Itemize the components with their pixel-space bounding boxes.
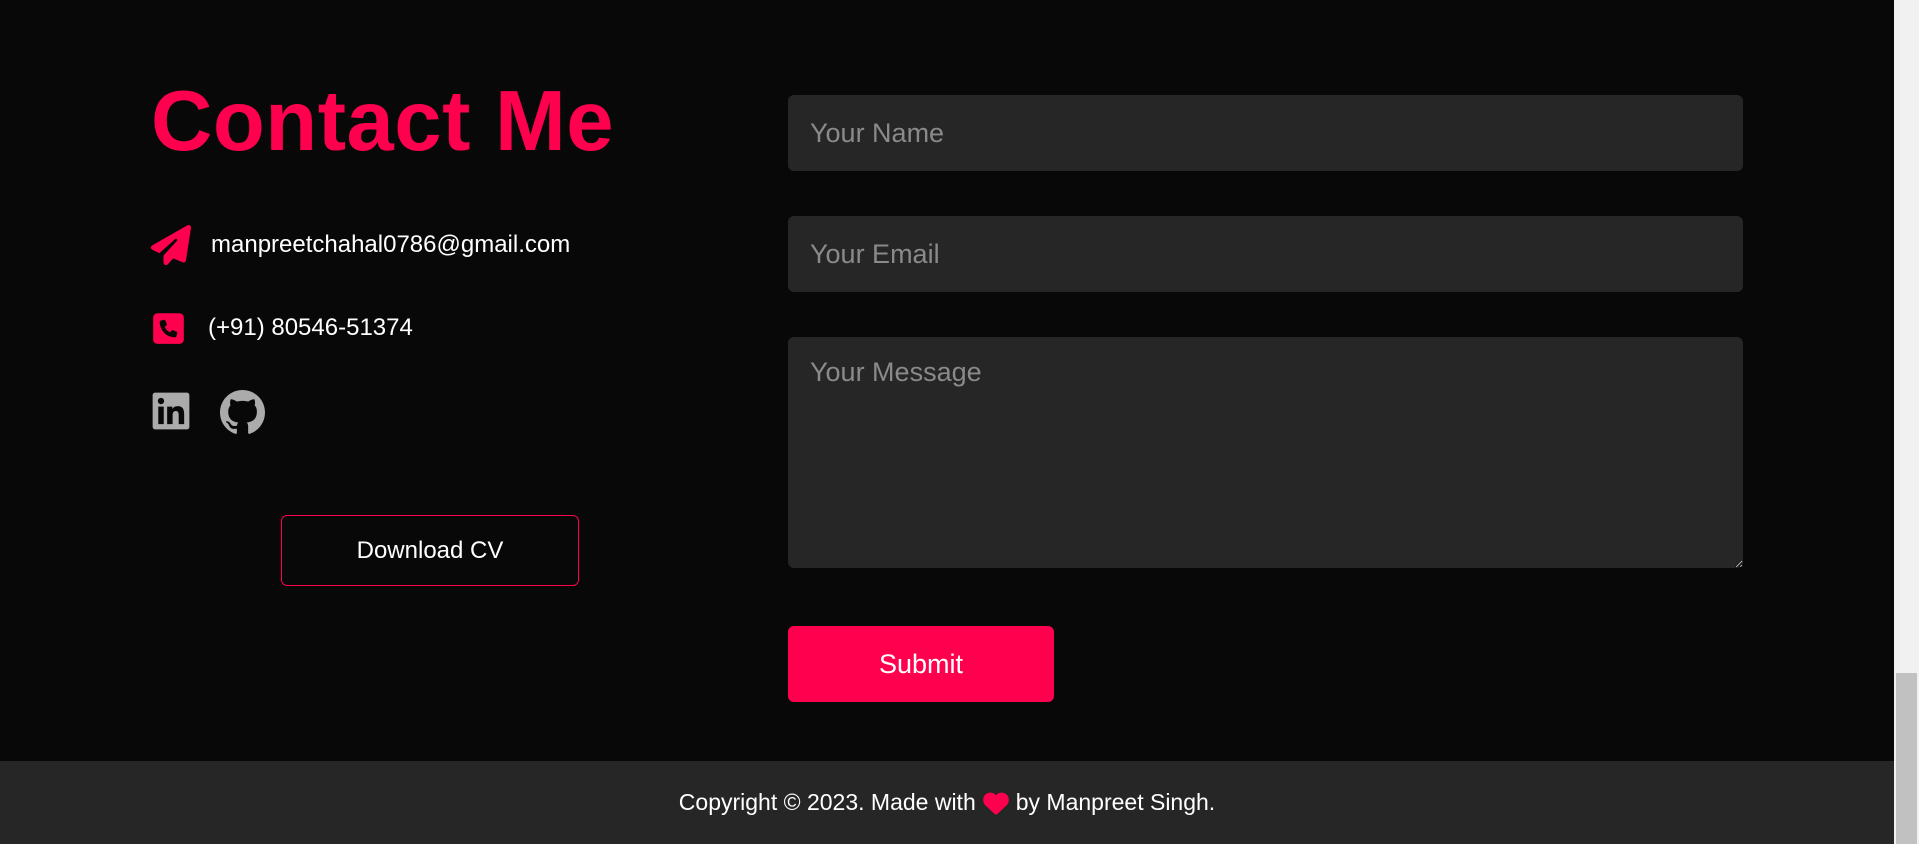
message-textarea[interactable] [788, 337, 1743, 568]
email-input[interactable] [788, 216, 1743, 292]
copyright-text: Copyright © 2023. Made with [678, 789, 976, 815]
github-icon[interactable] [220, 390, 265, 435]
name-input[interactable] [788, 95, 1743, 171]
page: Contact Me manpreetchahal0786@gmail.com … [0, 0, 1919, 844]
contact-title: Contact Me [151, 74, 615, 169]
phone-row: (+91) 80546-51374 [151, 303, 413, 353]
heart-icon [982, 792, 1009, 815]
social-links [151, 390, 265, 435]
paper-plane-icon [151, 225, 191, 265]
contact-section: Contact Me manpreetchahal0786@gmail.com … [0, 0, 1894, 761]
email-text: manpreetchahal0786@gmail.com [211, 231, 571, 258]
phone-text: (+91) 80546-51374 [208, 314, 413, 341]
vertical-scrollbar[interactable] [1894, 0, 1919, 844]
footer: Copyright © 2023. Made with by Manpreet … [0, 761, 1894, 844]
email-row: manpreetchahal0786@gmail.com [151, 218, 570, 272]
linkedin-icon[interactable] [151, 390, 191, 435]
scrollbar-thumb[interactable] [1896, 673, 1917, 844]
phone-square-icon [151, 311, 186, 346]
submit-button[interactable]: Submit [788, 626, 1054, 702]
download-cv-button[interactable]: Download CV [281, 515, 579, 586]
author-text: by Manpreet Singh. [1015, 789, 1216, 815]
